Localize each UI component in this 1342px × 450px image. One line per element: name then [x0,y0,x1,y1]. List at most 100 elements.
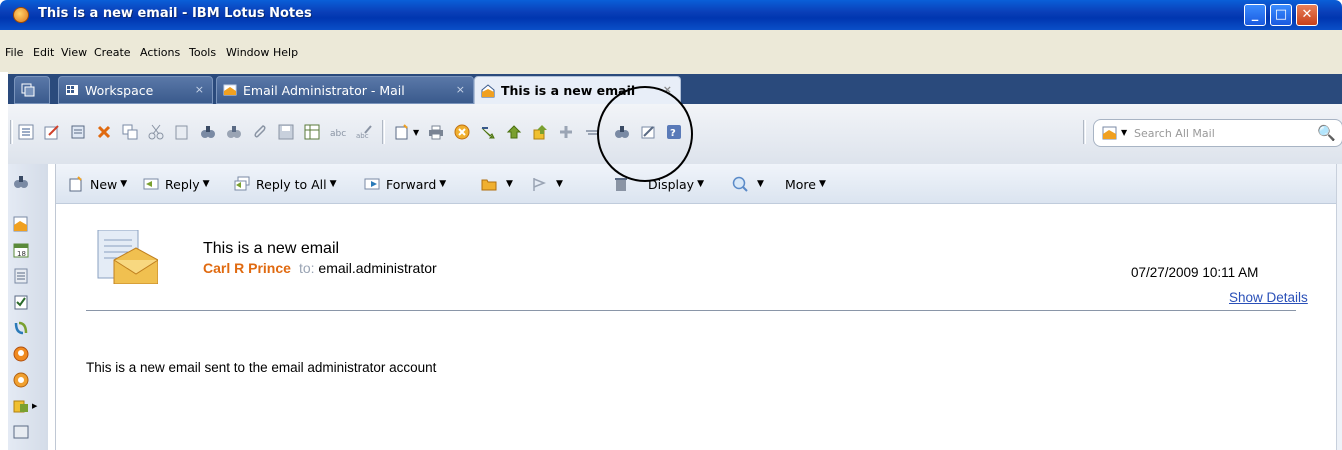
new-dropdown-icon[interactable]: ▼ [120,179,127,189]
spell-check-alt-icon[interactable]: abc [356,124,372,140]
reply-to-all-button[interactable]: Reply to All ▼ [234,174,337,194]
sidebar-sametime-icon[interactable] [13,346,29,362]
title-bar: This is a new email - IBM Lotus Notes _ … [0,0,1342,30]
find-next-icon[interactable] [226,124,242,140]
tab-workspace[interactable]: Workspace × [58,76,213,104]
previous-unread-icon[interactable] [506,124,522,140]
next-unread-icon[interactable] [480,124,496,140]
reply-dropdown-icon[interactable]: ▼ [203,179,210,189]
magnifier-icon [732,176,748,192]
sidebar-workspace-icon[interactable] [13,398,29,414]
search-input[interactable]: Search All Mail [1134,127,1215,140]
display-dropdown-icon[interactable]: ▼ [697,179,704,189]
delete-icon[interactable] [96,124,112,140]
forward-dropdown-icon[interactable]: ▼ [439,179,446,189]
sidebar-replicator-icon[interactable] [13,320,29,336]
to-label: to: [298,260,315,276]
sidebar-more-icon[interactable] [13,424,29,440]
menu-window[interactable]: Window [226,46,269,59]
menu-tools[interactable]: Tools [189,46,216,59]
mail-scope-icon[interactable] [1102,125,1118,141]
minimize-button[interactable]: _ [1244,4,1266,26]
tab-mail-close-icon[interactable]: × [456,83,465,96]
more-dropdown-icon[interactable]: ▼ [819,179,826,189]
reply-all-icon [234,176,250,191]
new-button[interactable]: New ▼ [68,174,127,194]
close-button[interactable]: ✕ [1296,4,1318,26]
reply-button[interactable]: Reply ▼ [143,174,210,194]
move-up-icon[interactable] [532,124,548,140]
forward-label: Forward [386,176,437,192]
recipient[interactable]: email.administrator [318,260,436,276]
new-memo-dropdown-icon[interactable]: ▼ [413,128,419,137]
email-header-line: Carl R Prince to: email.administrator [203,260,437,276]
navigate-icon[interactable] [558,124,574,140]
more-button[interactable]: More ▼ [785,174,826,194]
sender-name[interactable]: Carl R Prince [203,260,291,276]
copy-to-icon[interactable] [122,124,138,140]
folder-dropdown-icon[interactable]: ▼ [506,179,513,189]
maximize-button[interactable]: □ [1270,4,1292,26]
menu-bar: File Edit View Create Actions Tools Wind… [0,30,1342,72]
menu-edit[interactable]: Edit [33,46,54,59]
menu-file[interactable]: File [5,46,23,59]
search-action-dropdown-icon[interactable]: ▼ [757,179,764,189]
sidebar-activities-icon[interactable] [13,372,29,388]
tab-workspace-label: Workspace [85,82,154,98]
toolbar-separator [382,120,385,144]
more-label: More [785,176,816,192]
toolbar-grip [10,120,13,144]
menu-create[interactable]: Create [94,46,131,59]
find-icon[interactable] [200,124,216,140]
menu-actions[interactable]: Actions [140,46,180,59]
search-scope-dropdown-icon[interactable]: ▼ [1121,128,1127,137]
search-magnifier-icon[interactable]: 🔍 [1317,124,1336,142]
menu-help[interactable]: Help [273,46,298,59]
table-icon[interactable] [304,124,320,140]
search-action-button[interactable]: ▼ [732,174,764,194]
cut-icon[interactable] [148,124,164,140]
mail-inbox-icon [223,84,237,96]
show-details-link[interactable]: Show Details [1229,290,1308,305]
svg-text:18: 18 [17,250,26,258]
vertical-scrollbar[interactable] [1336,164,1342,450]
print-icon[interactable] [428,124,444,140]
paste-icon[interactable] [174,124,190,140]
spell-check-icon[interactable]: abc [330,124,346,140]
email-document-icon [97,230,158,284]
annotation-circle [597,86,693,182]
reply-to-all-dropdown-icon[interactable]: ▼ [330,179,337,189]
attachment-icon[interactable] [252,124,268,140]
flag-icon [533,178,547,191]
email-date: 07/27/2009 10:11 AM [1131,265,1259,280]
left-bookmark-bar: 18 ▶ [8,164,48,450]
edit-icon[interactable] [44,124,60,140]
sidebar-contacts-icon[interactable] [13,268,29,284]
reply-to-all-label: Reply to All [256,176,327,192]
tab-workspace-close-icon[interactable]: × [195,83,204,96]
sidebar-search-icon[interactable] [13,174,29,190]
reply-label: Reply [165,176,200,192]
sidebar-mail-icon[interactable] [13,216,29,232]
new-memo-icon[interactable] [394,124,410,140]
stop-icon[interactable] [454,124,470,140]
toolbar-separator-search [1083,120,1086,144]
preview-icon[interactable] [70,124,86,140]
tab-email-administrator-mail[interactable]: Email Administrator - Mail × [216,76,474,104]
search-all-mail[interactable]: ▼ Search All Mail 🔍 [1093,119,1342,147]
email-reading-pane: New ▼ Reply ▼ Reply to All ▼ Forward ▼ ▼ ▼ D… [55,164,1342,450]
save-icon[interactable] [278,124,294,140]
sidebar-more-arrow-icon[interactable]: ▶ [32,402,37,410]
window-title: This is a new email - IBM Lotus Notes [38,6,312,21]
follow-up-button[interactable]: ▼ [531,174,563,194]
sidebar-calendar-icon[interactable]: 18 [13,242,29,258]
folder-icon [481,179,497,191]
menu-view[interactable]: View [61,46,87,59]
open-list-button[interactable] [14,76,50,104]
properties-icon[interactable] [18,124,34,140]
forward-button[interactable]: Forward ▼ [364,174,446,194]
folder-button[interactable]: ▼ [481,174,513,194]
sidebar-todo-icon[interactable] [13,294,29,310]
open-list-icon [21,83,35,97]
follow-up-dropdown-icon[interactable]: ▼ [556,179,563,189]
